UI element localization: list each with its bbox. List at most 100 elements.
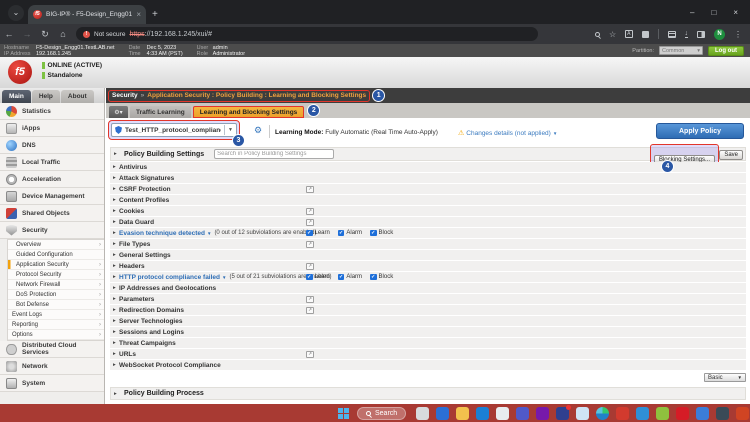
settings-row-file-types[interactable]: ▸File Types↗ [110, 239, 746, 249]
policy-settings-gear-icon[interactable]: ⚙ [254, 125, 262, 136]
popout-icon[interactable]: ↗ [306, 351, 314, 358]
windows-start-icon[interactable] [338, 408, 349, 419]
sidebar-item-distributed-cloud-services[interactable]: Distributed Cloud Services [0, 341, 104, 358]
expand-arrow-icon[interactable]: ▸ [114, 151, 120, 157]
settings-search-input[interactable] [214, 149, 334, 159]
violation-link[interactable]: Evasion technique detected [119, 230, 205, 237]
sidebar-item-device-management[interactable]: Device Management [0, 188, 104, 205]
popout-icon[interactable]: ↗ [306, 263, 314, 270]
tab-search-button[interactable]: ⌄ [8, 5, 24, 21]
tab-help[interactable]: Help [32, 90, 60, 103]
taskbar-search[interactable]: Search [357, 407, 406, 420]
pinwheel-app-icon[interactable] [616, 407, 629, 420]
sidebar-item-overview[interactable]: Overview› [8, 240, 104, 250]
partition-select[interactable]: Common▾ [659, 46, 703, 55]
popout-icon[interactable]: ↗ [306, 208, 314, 215]
new-tab-button[interactable]: + [152, 9, 158, 20]
window-minimize-button[interactable]: – [690, 8, 694, 17]
settings-row-urls[interactable]: ▸URLs↗ [110, 349, 746, 359]
view-mode-select[interactable]: Basic▼ [704, 373, 746, 382]
sidebar-item-iapps[interactable]: iApps [0, 120, 104, 137]
sidebar-item-event-logs[interactable]: Event Logs› [8, 310, 104, 320]
apply-policy-button[interactable]: Apply Policy [656, 123, 744, 139]
sidebar-item-guided-configuration[interactable]: Guided Configuration [8, 250, 104, 260]
reading-list-icon[interactable] [668, 31, 676, 38]
save-button-top[interactable]: Save [719, 150, 743, 160]
tab-options-gear-icon[interactable]: ⚙▾ [109, 106, 128, 118]
bookmark-star-icon[interactable]: ☆ [609, 30, 616, 39]
popout-icon[interactable]: ↗ [306, 186, 314, 193]
menu-kebab-icon[interactable]: ⋮ [734, 30, 742, 39]
checked-checkbox-icon[interactable]: ✓ [338, 274, 345, 281]
settings-row-redirection-domains[interactable]: ▸Redirection Domains↗ [110, 305, 746, 315]
sidebar-item-system[interactable]: System [0, 375, 104, 392]
extensions-icon[interactable] [642, 31, 649, 38]
breadcrumb-root[interactable]: Security [112, 92, 138, 99]
changes-details-link[interactable]: ⚠ Changes details (not applied) ▼ [458, 129, 557, 137]
gallery-icon[interactable] [656, 407, 669, 420]
sidebar-item-security[interactable]: Security [0, 222, 104, 239]
popout-icon[interactable]: ↗ [306, 219, 314, 226]
back-icon[interactable]: ← [0, 29, 18, 39]
home-icon[interactable]: ⌂ [54, 29, 72, 39]
logout-button[interactable]: Log out [708, 46, 744, 56]
settings-row-parameters[interactable]: ▸Parameters↗ [110, 294, 746, 304]
zoom-search-icon[interactable] [595, 32, 600, 37]
settings-row-headers[interactable]: ▸Headers↗ [110, 261, 746, 271]
photos-icon[interactable] [636, 407, 649, 420]
settings-row-sessions-and-logins[interactable]: ▸Sessions and Logins [110, 327, 746, 337]
outlook-icon[interactable] [476, 407, 489, 420]
sidebar-item-statistics[interactable]: Statistics [0, 103, 104, 120]
task-view-icon[interactable] [416, 407, 429, 420]
checkbox-block[interactable]: ✓Block [370, 230, 393, 237]
settings-row-websocket-protocol-compliance[interactable]: ▸WebSocket Protocol Compliance [110, 360, 746, 370]
checkbox-learn[interactable]: ✓Learn [306, 230, 330, 237]
tab-main[interactable]: Main [2, 90, 31, 103]
sidebar-item-network-firewall[interactable]: Network Firewall› [8, 280, 104, 290]
sidebar-item-application-security[interactable]: Application Security› [8, 260, 104, 270]
settings-row-http-protocol-compliance-failed[interactable]: ▸HTTP protocol compliance failed▼(5 out … [110, 272, 746, 282]
profile-avatar[interactable]: N [714, 29, 725, 40]
tab-traffic-learning[interactable]: Traffic Learning [130, 106, 191, 118]
acrobat-icon[interactable] [676, 407, 689, 420]
sidebar-item-shared-objects[interactable]: Shared Objects [0, 205, 104, 222]
checkbox-learn[interactable]: ✓Learn [306, 274, 330, 281]
policy-building-process-row[interactable]: ▸ Policy Building Process [110, 387, 746, 400]
translate-icon[interactable]: A [625, 30, 632, 38]
powerpoint-icon[interactable] [736, 407, 749, 420]
reload-icon[interactable]: ↻ [36, 29, 54, 40]
microsoft-store-icon[interactable] [496, 407, 509, 420]
popout-icon[interactable]: ↗ [306, 307, 314, 314]
checked-checkbox-icon[interactable]: ✓ [370, 274, 377, 281]
settings-row-attack-signatures[interactable]: ▸Attack Signatures [110, 173, 746, 183]
sidebar-item-bot-defense[interactable]: Bot Defense› [8, 300, 104, 310]
edge-icon[interactable] [596, 407, 609, 420]
tab-about[interactable]: About [61, 90, 94, 103]
settings-row-cookies[interactable]: ▸Cookies↗ [110, 206, 746, 216]
media-app-icon[interactable] [436, 407, 449, 420]
window-close-button[interactable]: × [733, 8, 738, 17]
expand-arrow-icon[interactable]: ▸ [114, 391, 120, 397]
settings-row-general-settings[interactable]: ▸General Settings [110, 250, 746, 260]
settings-row-data-guard[interactable]: ▸Data Guard↗ [110, 217, 746, 227]
sidebar-item-dns[interactable]: DNS [0, 137, 104, 154]
settings-row-content-profiles[interactable]: ▸Content Profiles [110, 195, 746, 205]
sidebar-item-local-traffic[interactable]: Local Traffic [0, 154, 104, 171]
tab-close-icon[interactable]: × [136, 10, 141, 19]
settings-row-ip-addresses-and-geolocations[interactable]: ▸IP Addresses and Geolocations [110, 283, 746, 293]
tab-learning-and-blocking-settings[interactable]: Learning and Blocking Settings [193, 106, 305, 118]
chart-app-icon[interactable] [696, 407, 709, 420]
popout-icon[interactable]: ↗ [306, 241, 314, 248]
packet-tracer-icon[interactable] [716, 407, 729, 420]
side-panel-icon[interactable] [697, 31, 705, 38]
onenote-icon[interactable] [536, 407, 549, 420]
settings-row-server-technologies[interactable]: ▸Server Technologies [110, 316, 746, 326]
settings-row-antivirus[interactable]: ▸Antivirus [110, 162, 746, 172]
checked-checkbox-icon[interactable]: ✓ [338, 230, 345, 237]
settings-row-threat-campaigns[interactable]: ▸Threat Campaigns [110, 338, 746, 348]
sidebar-item-dos-protection[interactable]: DoS Protection› [8, 290, 104, 300]
popout-icon[interactable]: ↗ [306, 296, 314, 303]
search-app-icon[interactable] [576, 407, 589, 420]
browser-tab[interactable]: f5 BIG-IP® - F5-Design_Engg01.TestLAB × [28, 5, 146, 24]
settings-row-csrf-protection[interactable]: ▸CSRF Protection↗ [110, 184, 746, 194]
